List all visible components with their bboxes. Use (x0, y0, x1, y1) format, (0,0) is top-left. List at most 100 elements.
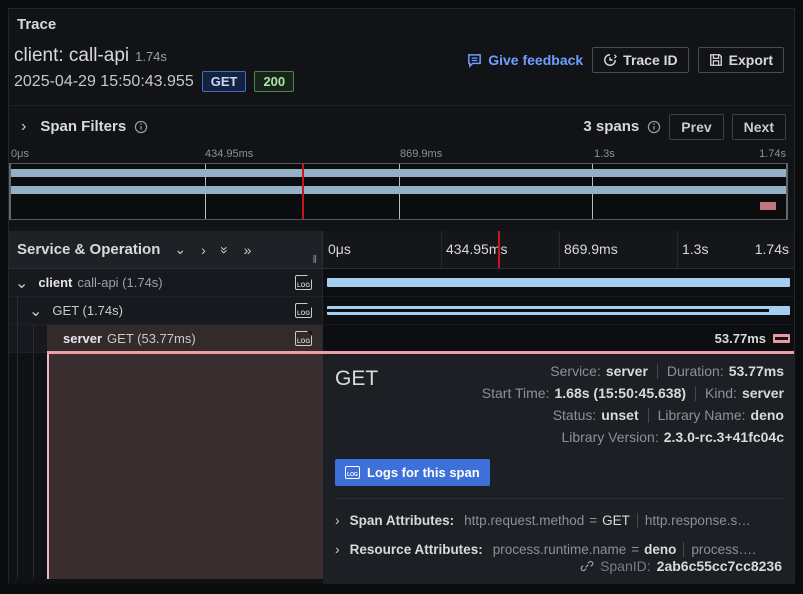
chevron-right-icon: › (21, 118, 26, 136)
save-icon (709, 53, 723, 67)
detail-divider (335, 498, 784, 499)
span-id-value: 2ab6c55cc7cc8236 (657, 558, 782, 574)
panel-title: Trace (17, 16, 56, 33)
field-value: deno (751, 407, 784, 423)
tick-label: 1.3s (594, 148, 615, 160)
service-operation-header: Service & Operation ⌄ › » » ‖ (9, 231, 323, 268)
field-divider (657, 364, 658, 379)
span-attributes-section[interactable]: › Span Attributes: http.request.method =… (335, 512, 784, 528)
chevron-down-icon[interactable]: ⌄ (174, 241, 186, 258)
column-resize-handle[interactable]: ‖ (312, 254, 318, 266)
trace-id-button[interactable]: Trace ID (592, 47, 688, 73)
span-bar-server[interactable] (773, 334, 790, 343)
minimap-span-bar-server (760, 202, 776, 210)
field-value: 2.3.0-rc.3+41fc04c (664, 429, 784, 445)
child-span-marker (327, 309, 769, 312)
span-row-client[interactable]: ⌄ client call-api (1.74s) LOG (9, 269, 794, 297)
span-filters-toggle[interactable]: › Span Filters (21, 118, 148, 136)
minimap-span-bar-client (11, 169, 786, 177)
tick-label: 869.9ms (564, 241, 618, 257)
span-rows: ⌄ client call-api (1.74s) LOG ⌄ GET (1.7… (9, 269, 794, 353)
selected-row-underline (47, 351, 794, 354)
method-badge: GET (202, 71, 247, 92)
field-value: server (742, 385, 784, 401)
tick-label: 1.74s (755, 241, 789, 257)
log-badge-icon[interactable]: LOG (295, 303, 312, 318)
tick-label: 434.95ms (205, 148, 253, 160)
field-value: unset (601, 407, 638, 423)
log-badge-icon[interactable]: LOG (295, 331, 312, 346)
chevron-right-icon[interactable]: › (201, 242, 206, 258)
indent-guide (17, 325, 18, 352)
info-icon (647, 120, 661, 134)
logs-for-span-button[interactable]: LOG Logs for this span (335, 459, 490, 486)
export-button[interactable]: Export (698, 47, 784, 73)
tick-label: 869.9ms (400, 148, 442, 160)
info-icon (134, 120, 148, 134)
chevron-down-icon[interactable]: ⌄ (29, 301, 42, 321)
field-key: Library Version: (561, 429, 658, 445)
header-actions: Give feedback Trace ID Export (467, 47, 784, 73)
field-value: 53.77ms (729, 363, 784, 379)
minimap-tick-labels: 0μs 434.95ms 869.9ms 1.3s 1.74s (9, 148, 788, 162)
span-bar-duration-label: 53.77ms (715, 331, 766, 346)
selected-span-detail-backdrop (47, 353, 323, 579)
field-value: 1.68s (15:50:45.638) (554, 385, 686, 401)
field-divider (648, 408, 649, 423)
chevron-right-icon: › (335, 512, 340, 528)
trace-title: client: call-api (14, 45, 129, 66)
field-key: Kind: (705, 385, 737, 401)
trace-header: client: call-api 1.74s (14, 45, 167, 67)
span-operation: GET (1.74s) (52, 303, 123, 318)
resource-attributes-section[interactable]: › Resource Attributes: process.runtime.n… (335, 541, 784, 557)
indent-guide (17, 297, 18, 324)
timeline-minimap[interactable] (9, 163, 788, 220)
tick-label: 1.74s (759, 148, 786, 160)
field-value: server (606, 363, 648, 379)
link-icon (580, 559, 594, 573)
chevron-down-icon[interactable]: ⌄ (15, 273, 28, 293)
minimap-cursor-line (302, 164, 304, 219)
tick-label: 0μs (328, 241, 351, 257)
field-key: Start Time: (482, 385, 550, 401)
double-chevron-down-icon[interactable]: » (217, 246, 233, 254)
trace-subheader: 2025-04-29 15:50:43.955 GET 200 (14, 71, 294, 92)
tick-label: 0μs (11, 148, 29, 160)
span-row-server[interactable]: server GET (53.77ms) LOG 53.77ms (9, 325, 794, 353)
timeline-cursor-line (498, 231, 500, 268)
give-feedback-link[interactable]: Give feedback (467, 52, 583, 68)
log-badge-icon[interactable]: LOG (295, 275, 312, 290)
double-chevron-right-icon[interactable]: » (244, 242, 252, 258)
detail-overview-fields: Service: server Duration: 53.77ms Start … (482, 363, 784, 445)
span-bar-get[interactable] (327, 306, 790, 315)
prev-button[interactable]: Prev (669, 114, 723, 140)
span-id-label: SpanID: (600, 558, 651, 574)
detail-left-column (9, 353, 323, 584)
tick-label: 1.3s (682, 241, 708, 257)
span-operation: GET (53.77ms) (107, 331, 196, 346)
span-row-get[interactable]: ⌄ GET (1.74s) LOG (9, 297, 794, 325)
span-count: 3 spans (583, 118, 639, 135)
field-key: Service: (550, 363, 601, 379)
detail-span-title: GET (335, 367, 378, 445)
indent-guide (33, 353, 34, 579)
minimap-span-bar-get (11, 186, 786, 194)
comment-icon (467, 53, 482, 68)
span-service: server (63, 331, 102, 346)
span-filters-bar: › Span Filters 3 spans Prev Next (9, 105, 794, 147)
attribute-divider (683, 542, 684, 557)
trace-panel: Trace client: call-api 1.74s 2025-04-29 1… (8, 8, 795, 583)
chevron-right-icon: › (335, 541, 340, 557)
field-key: Duration: (667, 363, 724, 379)
field-key: Status: (553, 407, 597, 423)
span-detail-panel: GET Service: server Duration: 53.77ms St… (323, 353, 794, 584)
trace-duration: 1.74s (135, 49, 167, 64)
field-divider (695, 386, 696, 401)
next-button[interactable]: Next (732, 114, 786, 140)
span-operation: call-api (1.74s) (77, 275, 162, 290)
field-key: Library Name: (658, 407, 746, 423)
selected-row-highlight: server GET (53.77ms) (47, 325, 322, 352)
trace-timestamp: 2025-04-29 15:50:43.955 (14, 73, 194, 91)
span-bar-client[interactable] (327, 278, 790, 287)
span-id-row[interactable]: SpanID: 2ab6c55cc7cc8236 (580, 558, 782, 574)
